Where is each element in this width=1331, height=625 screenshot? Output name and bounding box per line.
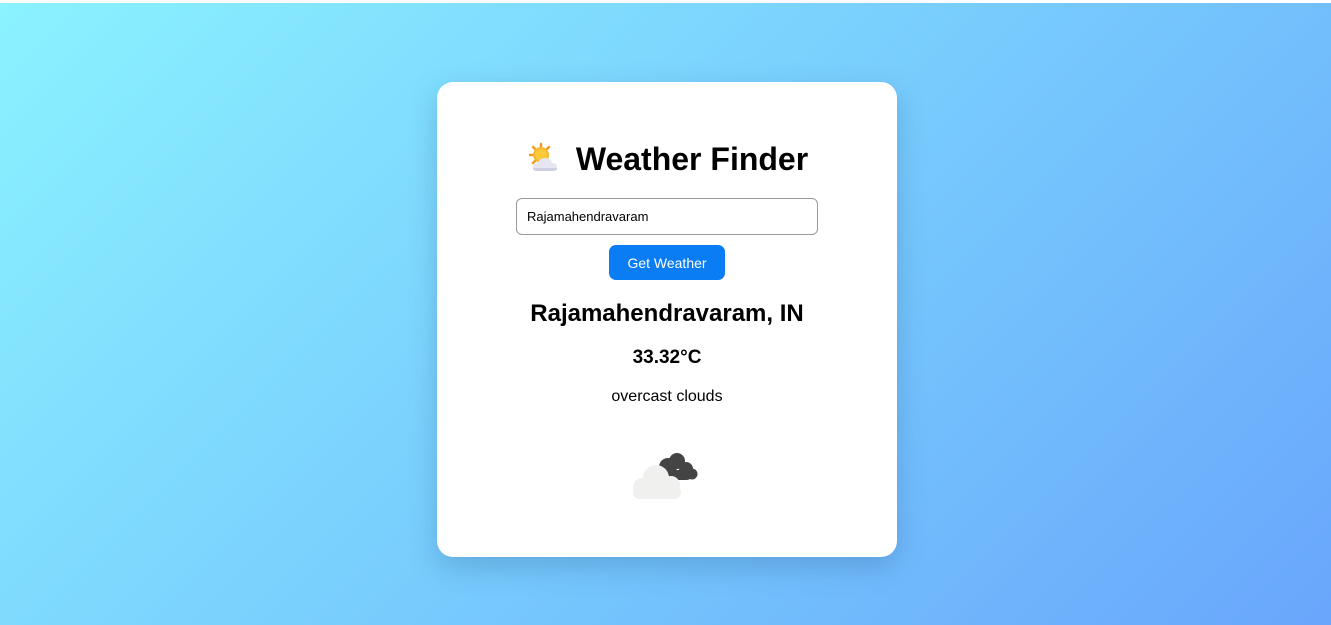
top-edge-line [0,0,1331,3]
location-name: Rajamahendravaram, IN [530,300,804,327]
weather-card: Weather Finder Get Weather Rajamahendrav… [437,82,897,557]
sun-behind-cloud-icon [526,141,562,177]
city-search-input[interactable] [516,198,818,235]
get-weather-button[interactable]: Get Weather [609,245,725,280]
weather-description: overcast clouds [611,388,723,405]
temperature-value: 33.32°C [632,347,702,368]
overcast-clouds-icon [627,442,707,502]
page-title-text: Weather Finder [575,141,809,177]
page-title: Weather Finder [437,140,897,178]
